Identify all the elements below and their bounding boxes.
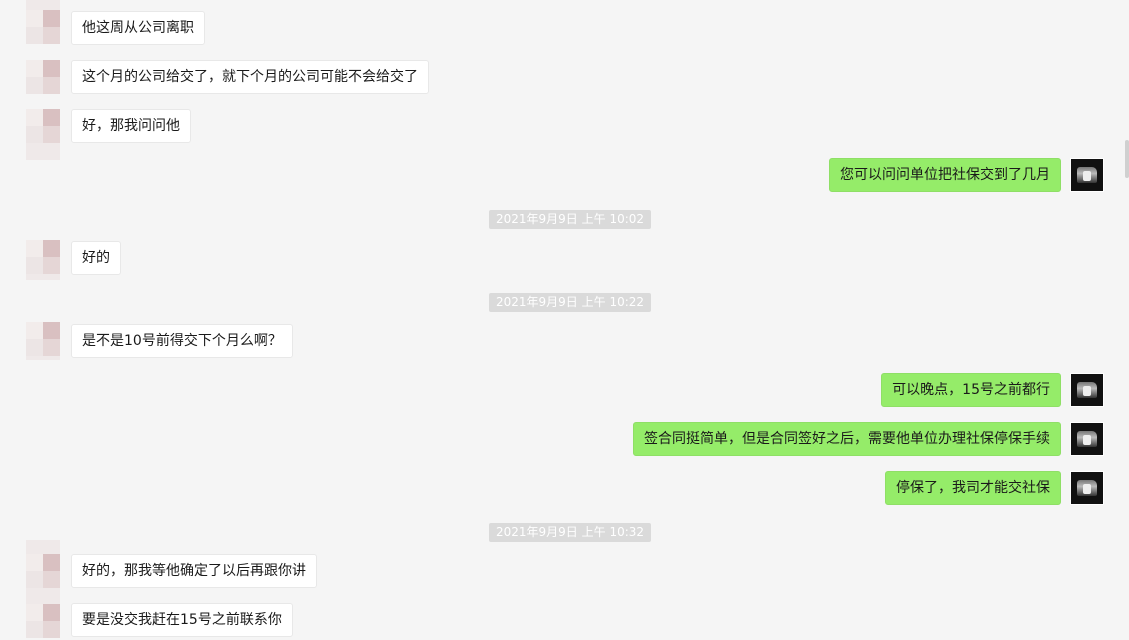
message-bubble-incoming[interactable]: 好的 xyxy=(71,241,121,275)
message-bubble-incoming[interactable]: 要是没交我赶在15号之前联系你 xyxy=(71,603,293,637)
contact-avatar[interactable] xyxy=(26,60,60,94)
contact-avatar[interactable] xyxy=(26,10,60,44)
chat-panel: 他这周从公司离职 这个月的公司给交了，就下个月的公司可能不会给交了 好，那我问问… xyxy=(0,0,1129,640)
message-bubble-outgoing[interactable]: 签合同挺简单，但是合同签好之后，需要他单位办理社保停保手续 xyxy=(633,422,1061,456)
my-avatar[interactable] xyxy=(1070,373,1104,407)
avatar xyxy=(26,143,60,160)
message-bubble-incoming[interactable]: 这个月的公司给交了，就下个月的公司可能不会给交了 xyxy=(71,60,429,94)
timestamp: 2021年9月9日 上午 10:32 xyxy=(489,523,652,542)
contact-avatar[interactable] xyxy=(26,240,60,274)
scrollbar[interactable] xyxy=(1125,140,1129,178)
avatar xyxy=(26,588,60,604)
message-bubble-outgoing[interactable]: 可以晚点，15号之前都行 xyxy=(881,373,1061,407)
contact-avatar[interactable] xyxy=(26,109,60,143)
my-avatar[interactable] xyxy=(1070,422,1104,456)
message-bubble-incoming[interactable]: 好的，那我等他确定了以后再跟你讲 xyxy=(71,554,317,588)
message-bubble-incoming[interactable]: 好，那我问问他 xyxy=(71,109,191,143)
contact-avatar[interactable] xyxy=(26,322,60,356)
message-bubble-outgoing[interactable]: 停保了，我司才能交社保 xyxy=(885,471,1061,505)
message-bubble-outgoing[interactable]: 您可以问问单位把社保交到了几月 xyxy=(829,158,1061,192)
avatar xyxy=(26,0,60,10)
timestamp: 2021年9月9日 上午 10:22 xyxy=(489,293,652,312)
message-bubble-incoming[interactable]: 他这周从公司离职 xyxy=(71,11,205,45)
avatar xyxy=(26,356,60,360)
contact-avatar[interactable] xyxy=(26,554,60,588)
timestamp: 2021年9月9日 上午 10:02 xyxy=(489,210,652,229)
avatar xyxy=(26,274,60,280)
my-avatar[interactable] xyxy=(1070,158,1104,192)
avatar xyxy=(26,540,60,554)
contact-avatar[interactable] xyxy=(26,604,60,638)
my-avatar[interactable] xyxy=(1070,471,1104,505)
message-bubble-incoming[interactable]: 是不是10号前得交下个月么啊？ xyxy=(71,324,293,358)
